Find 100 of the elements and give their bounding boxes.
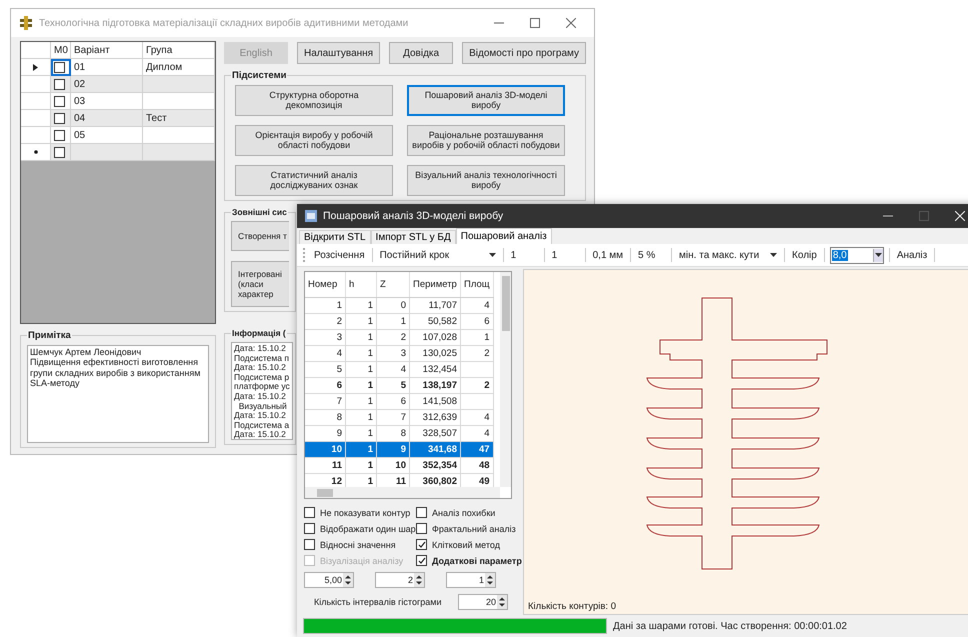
spin-arrows-icon[interactable] [343,573,353,587]
external-button[interactable]: Створення т [231,221,289,251]
checkbox-label: Фрактальний аналіз [432,524,516,534]
vertical-scrollbar[interactable] [500,272,511,487]
checkbox[interactable] [416,507,427,518]
info-field[interactable]: Дата: 15.10.2 Подсистема п Дата: 15.10.2 Подсистема р платформе ус Дата: 15.10.2 Визуальный Дата: 15.10.2 Подсистема а Дата: 15.10.2 [231,342,293,440]
toolbar-button[interactable]: Налаштування [296,42,380,64]
number-spinner[interactable]: 2 [375,572,425,588]
table-cell: 1 [368,460,373,471]
table-cell: 48 [479,460,490,471]
table-cell: 47 [479,444,490,455]
toolbar-dropdown[interactable]: мін. та макс. кути [677,250,780,260]
spin-arrows-icon[interactable] [414,573,424,587]
table-row[interactable]: 9 1 8 328,507 4 [305,426,494,442]
tab[interactable]: Відкрити STL [299,230,371,244]
group-title: Підсистеми [231,70,288,81]
current-row-icon [33,64,38,70]
contour-count: Кількість контурів: 0 [527,601,617,614]
checkbox[interactable] [304,539,315,550]
spin-arrows-icon[interactable] [485,573,495,587]
table-cell [143,144,215,161]
checkbox[interactable] [304,523,315,534]
table-cell: 130,025 [422,348,457,359]
table-cell: 341,68 [428,444,457,455]
color-combo[interactable]: 8,0 [830,246,884,264]
table-cell: 4 [484,300,490,311]
checkbox[interactable] [416,539,427,550]
checkbox-label: Додаткові параметр [432,556,522,566]
subsystem-button[interactable]: Структурна оборотна декомпозиція [235,85,393,116]
table-row[interactable]: 7 1 6 141,508 [305,394,494,410]
toolbar-button[interactable]: Відомості про програму [462,42,586,64]
toolbar-button[interactable]: Довідка [389,42,454,64]
checkbox[interactable] [54,78,65,90]
checkbox-label: Клітковий метод [432,540,500,550]
table-row[interactable]: 11 1 10 352,354 48 [305,458,494,474]
toolbar-dropdown[interactable]: Постійний крок [378,250,498,260]
checkbox[interactable] [54,146,65,158]
number-spinner[interactable]: 20 [458,594,508,610]
tab[interactable]: Пошаровий аналіз [456,228,552,244]
subsystem-button[interactable]: Статистичний аналіз досліджуваних ознак [235,165,393,196]
table-row[interactable]: 10 1 9 341,68 47 [305,442,494,458]
close-icon[interactable] [566,18,576,28]
toolbar-button[interactable]: Аналіз [894,250,930,260]
group-title: Зовнішні сис [231,207,288,217]
checkbox[interactable] [54,62,65,72]
table-cell: 6 [400,396,406,407]
table-cell: 9 [336,428,342,439]
checkbox[interactable] [416,523,427,534]
checkbox[interactable] [54,130,65,140]
table-cell: 132,454 [422,364,457,375]
checkbox[interactable] [54,112,65,124]
table-cell: 11 [396,476,406,487]
checkbox[interactable] [54,96,65,106]
table-cell: 7 [400,412,406,423]
external-button[interactable]: Інтегровані (класи характер [231,261,289,307]
number-spinner[interactable]: 1 [446,572,496,588]
table-row[interactable]: 2 1 1 50,582 6 [305,314,494,330]
table-cell: 352,354 [422,460,457,471]
table-row[interactable]: 12 1 11 360,802 49 [305,474,494,487]
subsystem-button[interactable]: Орієнтація виробу у робочій області побудови [235,125,393,156]
table-cell: 1 [368,444,373,455]
maximize-icon[interactable] [530,18,540,28]
table-cell: 3 [336,332,342,343]
table-cell: 5 [400,380,406,391]
row-header [21,42,51,59]
table-cell: 2 [400,332,406,343]
column-header: Варіант [71,42,143,59]
table-cell: 10 [331,444,342,455]
subsystem-button[interactable]: Раціональне розташування виробів у робочій області побудови [407,125,565,156]
toolbar-value: 1 [510,250,518,260]
number-spinner[interactable]: 5,00 [304,572,354,588]
table-row[interactable]: 8 1 7 312,639 4 [305,410,494,426]
table-cell: 328,507 [422,428,457,439]
table-row[interactable]: 1 1 0 11,707 4 [305,298,494,314]
table-row[interactable]: 6 1 5 138,197 2 [305,378,494,394]
table-cell: 50,582 [428,316,457,327]
checkbox[interactable] [416,555,427,566]
column-header: M0 [51,42,71,59]
subsystem-button[interactable]: Пошаровий аналіз 3D-моделі виробу [407,85,565,116]
subsystem-button[interactable]: Візуальний аналіз технологічності виробу [407,165,565,196]
table-cell: 2 [336,316,342,327]
caret-icon [770,253,778,257]
table-cell: 4 [484,428,490,439]
table-row[interactable]: 4 1 3 130,025 2 [305,346,494,362]
toolbar-label: Колір [791,250,818,260]
spin-arrows-icon[interactable] [497,595,507,609]
table-cell: 11 [332,460,342,471]
table-cell: 6 [336,380,342,391]
horizontal-scrollbar[interactable] [305,487,500,498]
checkbox[interactable] [304,507,315,518]
table-cell: 141,508 [422,396,457,407]
caret-icon [874,253,882,257]
tab[interactable]: Імпорт STL у БД [370,230,456,244]
table-row[interactable]: 5 1 4 132,454 [305,362,494,378]
table-row[interactable]: 3 1 2 107,028 1 [305,330,494,346]
checkbox-label: Відображати один шар [320,524,416,534]
app-icon [305,210,317,222]
note-field[interactable]: Шемчук Артем Леонідович Підвищення ефективності виготовлення групи складних виробів з використанням SLA-методу [27,345,209,443]
row-header[interactable] [21,59,51,76]
toolbar-button[interactable]: Розсічення [312,250,367,260]
